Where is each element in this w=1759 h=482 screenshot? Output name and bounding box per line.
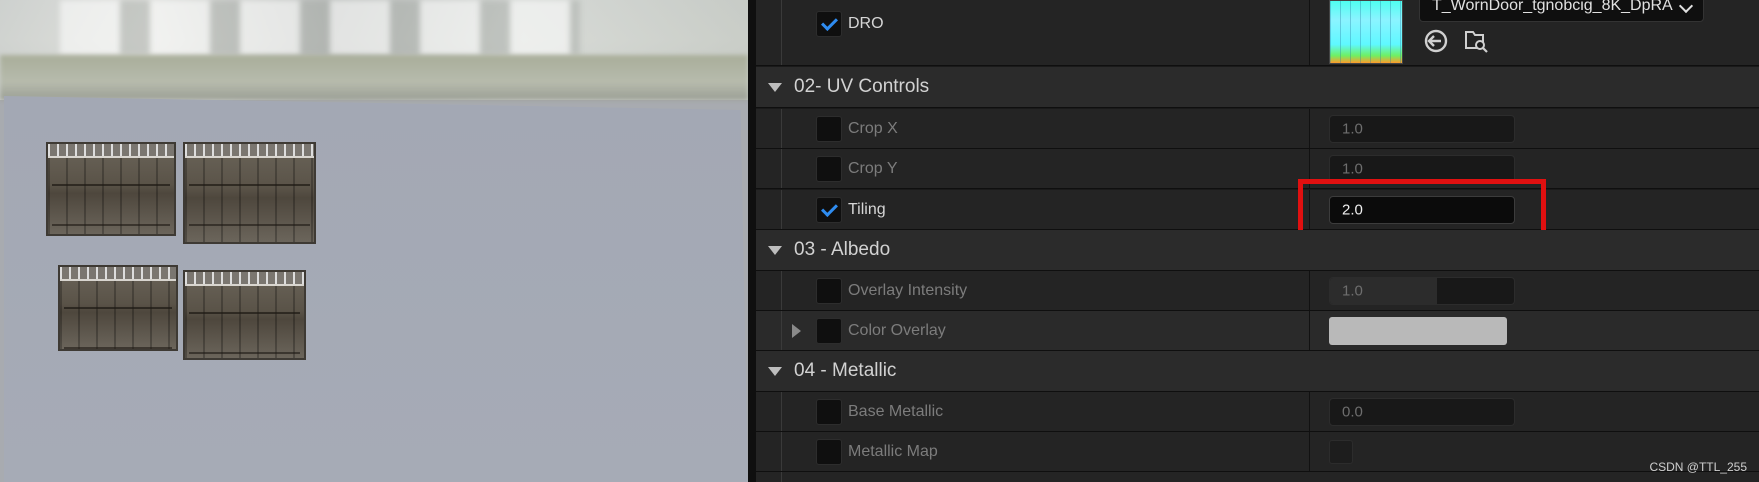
overlay-intensity-value: 1.0 — [1342, 282, 1363, 299]
overlay-intensity-checkbox[interactable] — [816, 277, 842, 304]
texture-asset-name: T_WornDoor_tgnobcig_8K_DpRA — [1432, 0, 1673, 14]
base-metallic-checkbox[interactable] — [816, 398, 842, 425]
metallic-map-value-checkbox[interactable] — [1329, 439, 1353, 464]
collapse-arrow-icon[interactable] — [768, 83, 782, 92]
metallic-map-checkbox[interactable] — [816, 438, 842, 465]
watermark: CSDN @TTL_255 — [1649, 460, 1747, 474]
column-splitter[interactable] — [1309, 432, 1310, 471]
base-metallic-input[interactable]: 0.0 — [1329, 397, 1515, 426]
crop-x-input[interactable]: 1.0 — [1329, 114, 1515, 143]
property-row-color-overlay: Color Overlay — [756, 311, 1759, 351]
browse-asset-icon[interactable] — [1463, 28, 1489, 54]
dro-label: DRO — [848, 15, 884, 32]
chevron-down-icon — [1678, 0, 1694, 14]
panel-divider[interactable] — [748, 0, 756, 482]
category-title: 03 - Albedo — [794, 239, 891, 260]
door-tile — [183, 142, 316, 244]
collapse-arrow-icon[interactable] — [768, 246, 782, 255]
use-selected-icon[interactable] — [1423, 28, 1449, 54]
column-splitter[interactable] — [1309, 271, 1310, 310]
expand-arrow-icon[interactable] — [792, 323, 801, 338]
background-grass — [0, 55, 748, 100]
texture-grid — [1330, 1, 1402, 63]
color-overlay-label: Color Overlay — [848, 321, 946, 339]
crop-y-checkbox[interactable] — [816, 155, 842, 182]
texture-asset-dropdown[interactable]: T_WornDoor_tgnobcig_8K_DpRA — [1419, 0, 1704, 22]
column-splitter[interactable] — [1309, 311, 1310, 350]
property-row-partial — [756, 472, 1759, 482]
property-row-base-metallic: Base Metallic 0.0 — [756, 392, 1759, 432]
crop-y-value: 1.0 — [1342, 160, 1363, 177]
overlay-intensity-slider[interactable]: 1.0 — [1329, 276, 1515, 305]
property-row-crop-x: Crop X 1.0 — [756, 109, 1759, 149]
crop-x-label: Crop X — [848, 119, 898, 137]
property-row-metallic-map: Metallic Map — [756, 432, 1759, 472]
door-tile — [46, 142, 176, 236]
door-tile — [183, 270, 306, 360]
property-row-crop-y: Crop Y 1.0 — [756, 149, 1759, 189]
category-title: 04 - Metallic — [794, 360, 897, 381]
property-row-overlay-intensity: Overlay Intensity 1.0 — [756, 271, 1759, 311]
property-row-dro: DRO T_WornDoor_tgnobcig_8K_DpRA — [756, 0, 1759, 66]
color-overlay-swatch[interactable] — [1329, 316, 1507, 345]
details-panel: DRO T_WornDoor_tgnobcig_8K_DpRA 02- UV C… — [756, 0, 1759, 482]
column-splitter[interactable] — [1309, 109, 1310, 148]
metallic-map-label: Metallic Map — [848, 442, 938, 460]
collapse-arrow-icon[interactable] — [768, 367, 782, 376]
column-splitter[interactable] — [1309, 392, 1310, 431]
property-row-tiling: Tiling 2.0 — [756, 179, 1759, 241]
name-column — [781, 472, 1312, 482]
crop-y-label: Crop Y — [848, 159, 898, 177]
viewport[interactable] — [0, 0, 748, 482]
door-tile — [58, 265, 178, 351]
background-building — [60, 0, 580, 55]
crop-x-value: 1.0 — [1342, 120, 1363, 137]
column-splitter[interactable] — [1309, 0, 1310, 65]
texture-thumbnail[interactable] — [1329, 0, 1403, 64]
tiling-label: Tiling — [848, 200, 886, 218]
tiling-checkbox[interactable] — [816, 196, 842, 223]
overlay-intensity-label: Overlay Intensity — [848, 281, 968, 299]
category-albedo[interactable]: 03 - Albedo — [756, 230, 1759, 271]
color-overlay-checkbox[interactable] — [816, 317, 842, 344]
base-metallic-label: Base Metallic — [848, 402, 944, 420]
category-metallic[interactable]: 04 - Metallic — [756, 351, 1759, 392]
dro-checkbox[interactable] — [816, 11, 842, 37]
category-title: 02- UV Controls — [794, 76, 930, 97]
category-uv-controls[interactable]: 02- UV Controls — [756, 67, 1759, 108]
crop-x-checkbox[interactable] — [816, 115, 842, 142]
base-metallic-value: 0.0 — [1342, 403, 1363, 420]
